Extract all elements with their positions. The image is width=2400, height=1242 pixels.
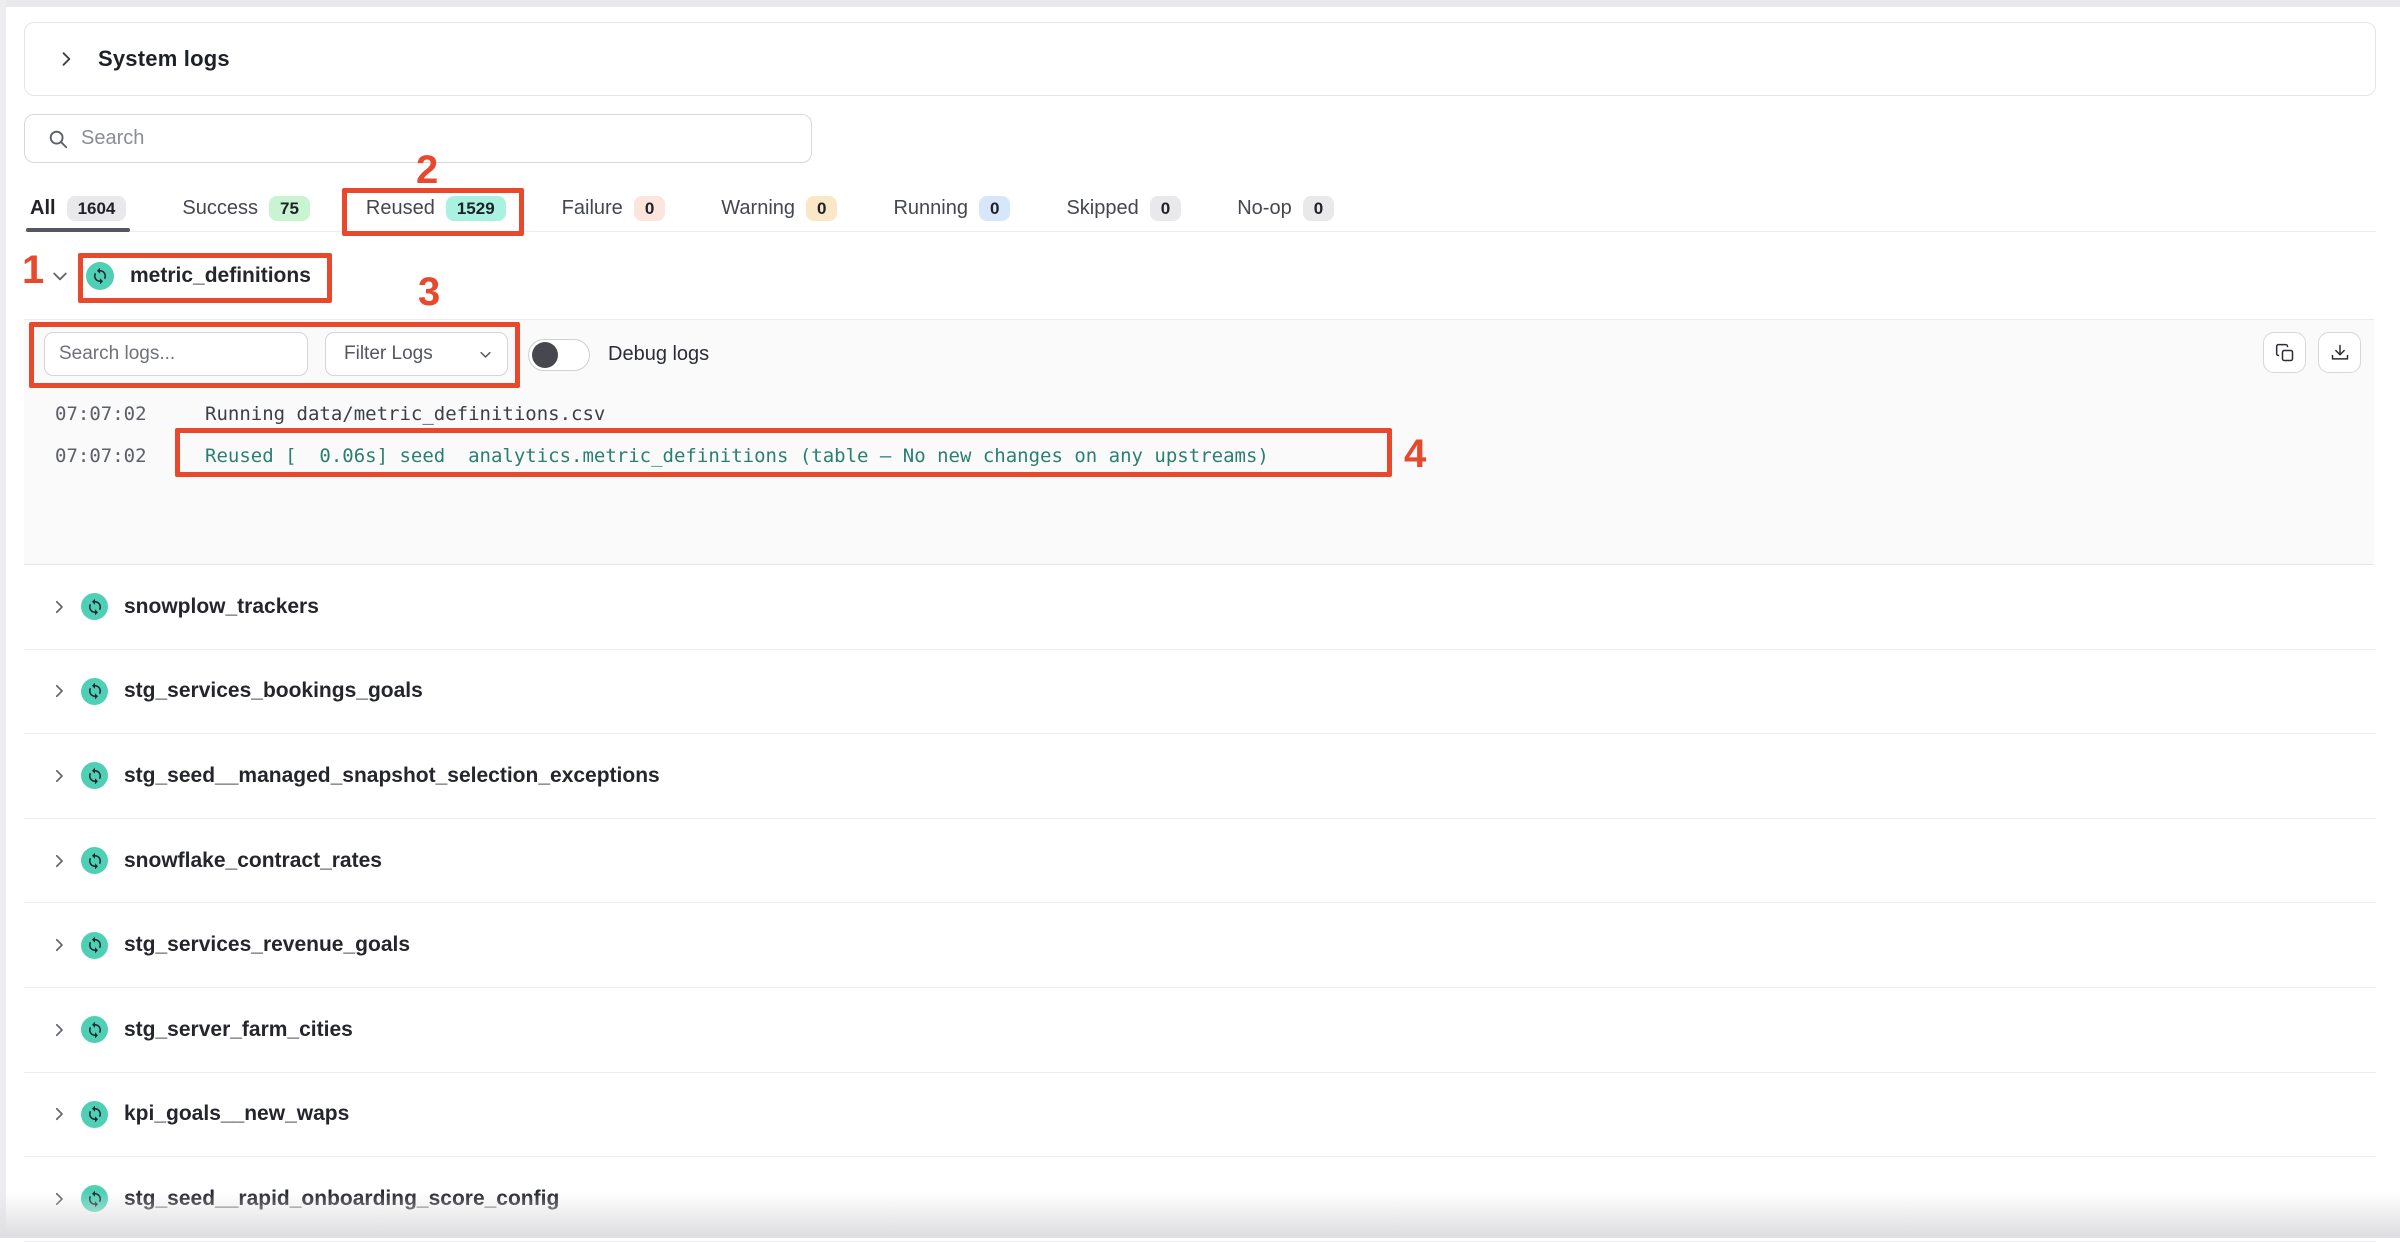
- chevron-right-icon[interactable]: [50, 682, 68, 700]
- copy-icon: [2275, 343, 2295, 363]
- tab-success[interactable]: Success75: [182, 186, 310, 231]
- tab-reused[interactable]: Reused1529: [366, 186, 506, 231]
- node-name: stg_seed__rapid_onboarding_score_config: [124, 1187, 559, 1211]
- sync-reused-icon: [81, 1101, 108, 1128]
- sync-reused-icon: [81, 593, 108, 620]
- log-group-row[interactable]: stg_services_bookings_goals: [24, 650, 2376, 735]
- count-badge: 0: [634, 196, 665, 221]
- log-message: Running data/metric_definitions.csv: [205, 402, 605, 426]
- toggle-knob: [532, 342, 558, 368]
- log-group-row[interactable]: stg_server_farm_cities: [24, 988, 2376, 1073]
- chevron-down-icon[interactable]: [50, 266, 70, 286]
- system-logs-header[interactable]: System logs: [24, 22, 2376, 96]
- chevron-right-icon[interactable]: [50, 1190, 68, 1208]
- sync-reused-icon: [81, 1185, 108, 1212]
- count-badge: 1529: [446, 196, 506, 221]
- copy-logs-button[interactable]: [2263, 332, 2306, 373]
- count-badge: 0: [1303, 196, 1334, 221]
- sync-reused-icon: [81, 932, 108, 959]
- download-logs-button[interactable]: [2318, 332, 2361, 373]
- tab-failure[interactable]: Failure0: [562, 186, 666, 231]
- node-name: snowplow_trackers: [124, 595, 319, 619]
- window-edge-left: [0, 0, 6, 1238]
- log-detail-panel: Filter Logs Debug logs 07:07:02 Running …: [24, 319, 2374, 565]
- count-badge: 0: [806, 196, 837, 221]
- log-group-metric-definitions[interactable]: metric_definitions: [24, 232, 2376, 319]
- chevron-right-icon[interactable]: [50, 852, 68, 870]
- node-name: kpi_goals__new_waps: [124, 1102, 349, 1126]
- download-icon: [2330, 343, 2350, 363]
- sync-reused-icon: [81, 678, 108, 705]
- node-name: metric_definitions: [130, 264, 311, 288]
- chevron-right-icon[interactable]: [50, 767, 68, 785]
- chevron-right-icon[interactable]: [50, 1021, 68, 1039]
- tab-warning[interactable]: Warning0: [721, 186, 837, 231]
- log-group-row[interactable]: snowplow_trackers: [24, 565, 2376, 650]
- node-name: stg_services_bookings_goals: [124, 679, 423, 703]
- debug-logs-toggle[interactable]: [528, 339, 590, 371]
- log-groups-list: snowplow_trackers stg_services_bookings_…: [24, 565, 2376, 1242]
- count-badge: 1604: [67, 196, 127, 221]
- node-name: stg_services_revenue_goals: [124, 933, 410, 957]
- log-group-row[interactable]: stg_seed__rapid_onboarding_score_config: [24, 1157, 2376, 1242]
- log-group-row[interactable]: snowflake_contract_rates: [24, 819, 2376, 904]
- search-logs-input[interactable]: [44, 332, 308, 376]
- global-search[interactable]: [24, 114, 812, 163]
- chevron-right-icon[interactable]: [56, 49, 76, 69]
- log-group-row[interactable]: stg_seed__managed_snapshot_selection_exc…: [24, 734, 2376, 819]
- tab-skipped[interactable]: Skipped0: [1066, 186, 1181, 231]
- tab-noop[interactable]: No-op0: [1237, 186, 1334, 231]
- sync-reused-icon: [81, 1016, 108, 1043]
- chevron-right-icon[interactable]: [50, 1105, 68, 1123]
- chevron-right-icon[interactable]: [50, 936, 68, 954]
- log-message-reused: Reused [ 0.06s] seed analytics.metric_de…: [205, 444, 1269, 468]
- log-timestamp: 07:07:02: [55, 444, 147, 468]
- status-tabs: All1604 Success75 Reused1529 Failure0 Wa…: [24, 186, 2376, 232]
- node-name: stg_server_farm_cities: [124, 1018, 353, 1042]
- node-name: snowflake_contract_rates: [124, 849, 382, 873]
- count-badge: 0: [979, 196, 1010, 221]
- page-title: System logs: [98, 46, 230, 72]
- count-badge: 75: [269, 196, 310, 221]
- node-name: stg_seed__managed_snapshot_selection_exc…: [124, 764, 660, 788]
- tab-all[interactable]: All1604: [30, 186, 126, 231]
- sync-reused-icon: [86, 262, 114, 290]
- chevron-right-icon[interactable]: [50, 598, 68, 616]
- search-icon: [47, 128, 69, 150]
- count-badge: 0: [1150, 196, 1181, 221]
- search-input[interactable]: [81, 127, 811, 150]
- tab-running[interactable]: Running0: [893, 186, 1010, 231]
- log-group-row[interactable]: stg_services_revenue_goals: [24, 903, 2376, 988]
- chevron-down-icon: [478, 347, 493, 362]
- sync-reused-icon: [81, 762, 108, 789]
- log-group-row[interactable]: kpi_goals__new_waps: [24, 1073, 2376, 1158]
- sync-reused-icon: [81, 847, 108, 874]
- filter-logs-dropdown[interactable]: Filter Logs: [325, 332, 508, 376]
- debug-logs-label: Debug logs: [608, 343, 709, 366]
- window-edge-top: [0, 0, 2400, 7]
- log-timestamp: 07:07:02: [55, 402, 147, 426]
